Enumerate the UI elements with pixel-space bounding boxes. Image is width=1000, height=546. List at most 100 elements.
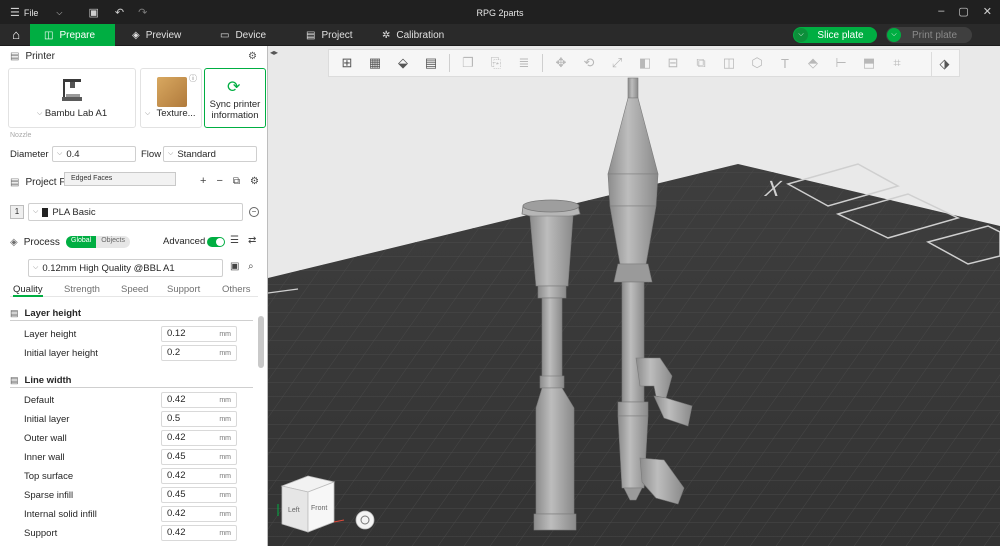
filament-sync-icon[interactable]: ⧉ xyxy=(233,176,240,187)
rotate-icon[interactable]: ⟲ xyxy=(575,51,603,75)
compare-icon[interactable]: ⇄ xyxy=(248,235,256,246)
copy-icon[interactable]: ❐ xyxy=(454,51,482,75)
scene-canvas[interactable]: X Left Front xyxy=(268,46,1000,546)
paste-icon[interactable]: ⎘ xyxy=(482,51,510,75)
subtab-support[interactable]: Support xyxy=(167,284,200,295)
lay-on-face-icon[interactable]: ◧ xyxy=(631,51,659,75)
param-value: 0.42 xyxy=(167,470,186,481)
variable-layer-height-icon[interactable]: ⬗ xyxy=(931,52,957,76)
flow-label: Flow xyxy=(141,149,162,160)
layer-height-input[interactable]: 0.12 mm xyxy=(161,326,237,342)
view-cube-reset-icon[interactable] xyxy=(355,510,375,530)
diameter-value: 0.4 xyxy=(66,148,80,160)
search-icon[interactable]: ⌕ xyxy=(248,261,254,272)
tab-calibration[interactable]: ✲ Calibration xyxy=(368,24,458,46)
tab-device[interactable]: ▭ Device xyxy=(206,24,280,46)
add-plate-icon[interactable]: ▦ xyxy=(361,51,389,75)
filament-options-icon[interactable]: − xyxy=(249,207,259,217)
objects-option[interactable]: Objects xyxy=(96,236,130,248)
window-title: RPG 2parts xyxy=(476,8,524,18)
subtab-strength[interactable]: Strength xyxy=(64,284,100,295)
param-unit: mm xyxy=(219,397,231,404)
slice-dropdown-icon[interactable]: ⌵ xyxy=(794,28,808,42)
remove-filament-icon[interactable]: − xyxy=(216,175,222,187)
viewport-toolbar: ⊞ ▦ ⬙ ▤ ❐ ⎘ ≣ ✥ ⟲ ⤢ ◧ ⊟ ⧉ ◫ ⬡ T ⬘ ⊢ ⬒ ⌗ … xyxy=(328,49,960,77)
paint-icon[interactable]: ⬘ xyxy=(799,51,827,75)
scale-icon[interactable]: ⤢ xyxy=(603,51,631,75)
print-plate-button[interactable]: ⌵ Print plate xyxy=(886,27,972,43)
panel-scrollbar[interactable] xyxy=(258,316,264,368)
inner-wall-input[interactable]: 0.45 mm xyxy=(161,449,237,465)
slice-plate-label: Slice plate xyxy=(817,29,864,41)
save-preset-icon[interactable]: ▣ xyxy=(230,261,239,272)
subtab-others[interactable]: Others xyxy=(222,284,251,295)
info-icon[interactable]: ⓘ xyxy=(189,73,197,84)
subtab-speed[interactable]: Speed xyxy=(121,284,148,295)
param-value: 0.42 xyxy=(167,432,186,443)
minimize-icon[interactable]: – xyxy=(938,5,944,18)
param-unit: mm xyxy=(219,511,231,518)
advanced-toggle[interactable] xyxy=(207,237,225,247)
cut-icon[interactable]: ⊟ xyxy=(659,51,687,75)
diameter-select[interactable]: ⌵ 0.4 xyxy=(52,146,136,162)
subtab-quality[interactable]: Quality xyxy=(13,284,43,297)
text-tool-icon[interactable]: T xyxy=(771,51,799,75)
param-label: Inner wall xyxy=(24,452,65,463)
boolean-icon[interactable]: ⧉ xyxy=(687,51,715,75)
toolbar-separator xyxy=(542,54,543,72)
add-filament-icon[interactable]: + xyxy=(200,175,206,187)
flow-select[interactable]: ⌵ Standard xyxy=(163,146,257,162)
tab-prepare[interactable]: ◫ Prepare xyxy=(30,24,115,46)
param-label: Internal solid infill xyxy=(24,509,97,520)
add-object-icon[interactable]: ⊞ xyxy=(333,51,361,75)
mesh-icon[interactable]: ⬡ xyxy=(743,51,771,75)
slice-plate-button[interactable]: ⌵ Slice plate xyxy=(793,27,877,43)
param-label: Initial layer height xyxy=(24,348,98,359)
view-cube-left-label: Left xyxy=(288,507,300,514)
param-value: 0.12 xyxy=(167,328,186,339)
tab-preview[interactable]: ◈ Preview xyxy=(118,24,195,46)
measure-icon[interactable]: ⊢ xyxy=(827,51,855,75)
filament-color-swatch[interactable] xyxy=(42,207,49,217)
tab-calibration-label: Calibration xyxy=(396,29,445,41)
collapse-panel-icon[interactable]: ◂▸ xyxy=(270,48,278,57)
global-option[interactable]: Global xyxy=(66,236,97,248)
sparse-infill-input[interactable]: 0.45 mm xyxy=(161,487,237,503)
sync-printer-button[interactable]: ⟳ Sync printer information xyxy=(204,68,266,128)
filament-select[interactable]: ⌵ PLA Basic xyxy=(28,203,243,221)
layers-icon[interactable]: ≣ xyxy=(510,51,538,75)
printer-settings-gear-icon[interactable]: ⚙ xyxy=(248,51,257,62)
top-surface-input[interactable]: 0.42 mm xyxy=(161,468,237,484)
global-objects-toggle[interactable]: Global Objects xyxy=(66,236,130,248)
default-line-width-input[interactable]: 0.42 mm xyxy=(161,392,237,408)
toolbar-separator xyxy=(449,54,450,72)
plate-name: Texture... xyxy=(156,108,196,119)
initial-layer-line-width-input[interactable]: 0.5 mm xyxy=(161,411,237,427)
auto-orient-icon[interactable]: ⬙ xyxy=(389,51,417,75)
close-icon[interactable]: ✕ xyxy=(983,5,992,18)
initial-layer-height-input[interactable]: 0.2 mm xyxy=(161,345,237,361)
outer-wall-input[interactable]: 0.42 mm xyxy=(161,430,237,446)
tab-project[interactable]: ▤ Project xyxy=(292,24,367,46)
arrange-icon[interactable]: ▤ xyxy=(417,51,445,75)
process-preset-select[interactable]: ⌵ 0.12mm High Quality @BBL A1 xyxy=(28,259,223,277)
assembly-icon[interactable]: ⬒ xyxy=(855,51,883,75)
3d-viewport[interactable]: X Left Front ◂▸ ⊞ ▦ ⬙ ▤ ❐ ⎘ ≣ ✥ ⟲ ⤢ ◧ ⊟ … xyxy=(268,46,1000,546)
list-icon[interactable]: ☰ xyxy=(230,235,239,246)
internal-solid-infill-input[interactable]: 0.42 mm xyxy=(161,506,237,522)
param-label: Top surface xyxy=(24,471,74,482)
group-title: Layer height xyxy=(24,308,82,319)
move-icon[interactable]: ✥ xyxy=(547,51,575,75)
filament-settings-gear-icon[interactable]: ⚙ xyxy=(250,176,259,187)
split-icon[interactable]: ◫ xyxy=(715,51,743,75)
support-line-width-input[interactable]: 0.42 mm xyxy=(161,525,237,541)
group-layer-height: ▤ Layer height xyxy=(10,308,81,319)
print-dropdown-icon[interactable]: ⌵ xyxy=(887,28,901,42)
device-icon: ▭ xyxy=(220,29,230,41)
seam-icon[interactable]: ⌗ xyxy=(883,51,911,75)
home-icon[interactable]: ⌂ xyxy=(6,27,26,43)
title-bar: ☰ File ⌵ ▣ ↶ ↷ RPG 2parts – ▢ ✕ xyxy=(0,0,1000,26)
maximize-icon[interactable]: ▢ xyxy=(958,5,968,18)
plate-card[interactable]: ⓘ ⌵ Texture... xyxy=(140,68,202,128)
printer-card[interactable]: ⌵ Bambu Lab A1 xyxy=(8,68,136,128)
